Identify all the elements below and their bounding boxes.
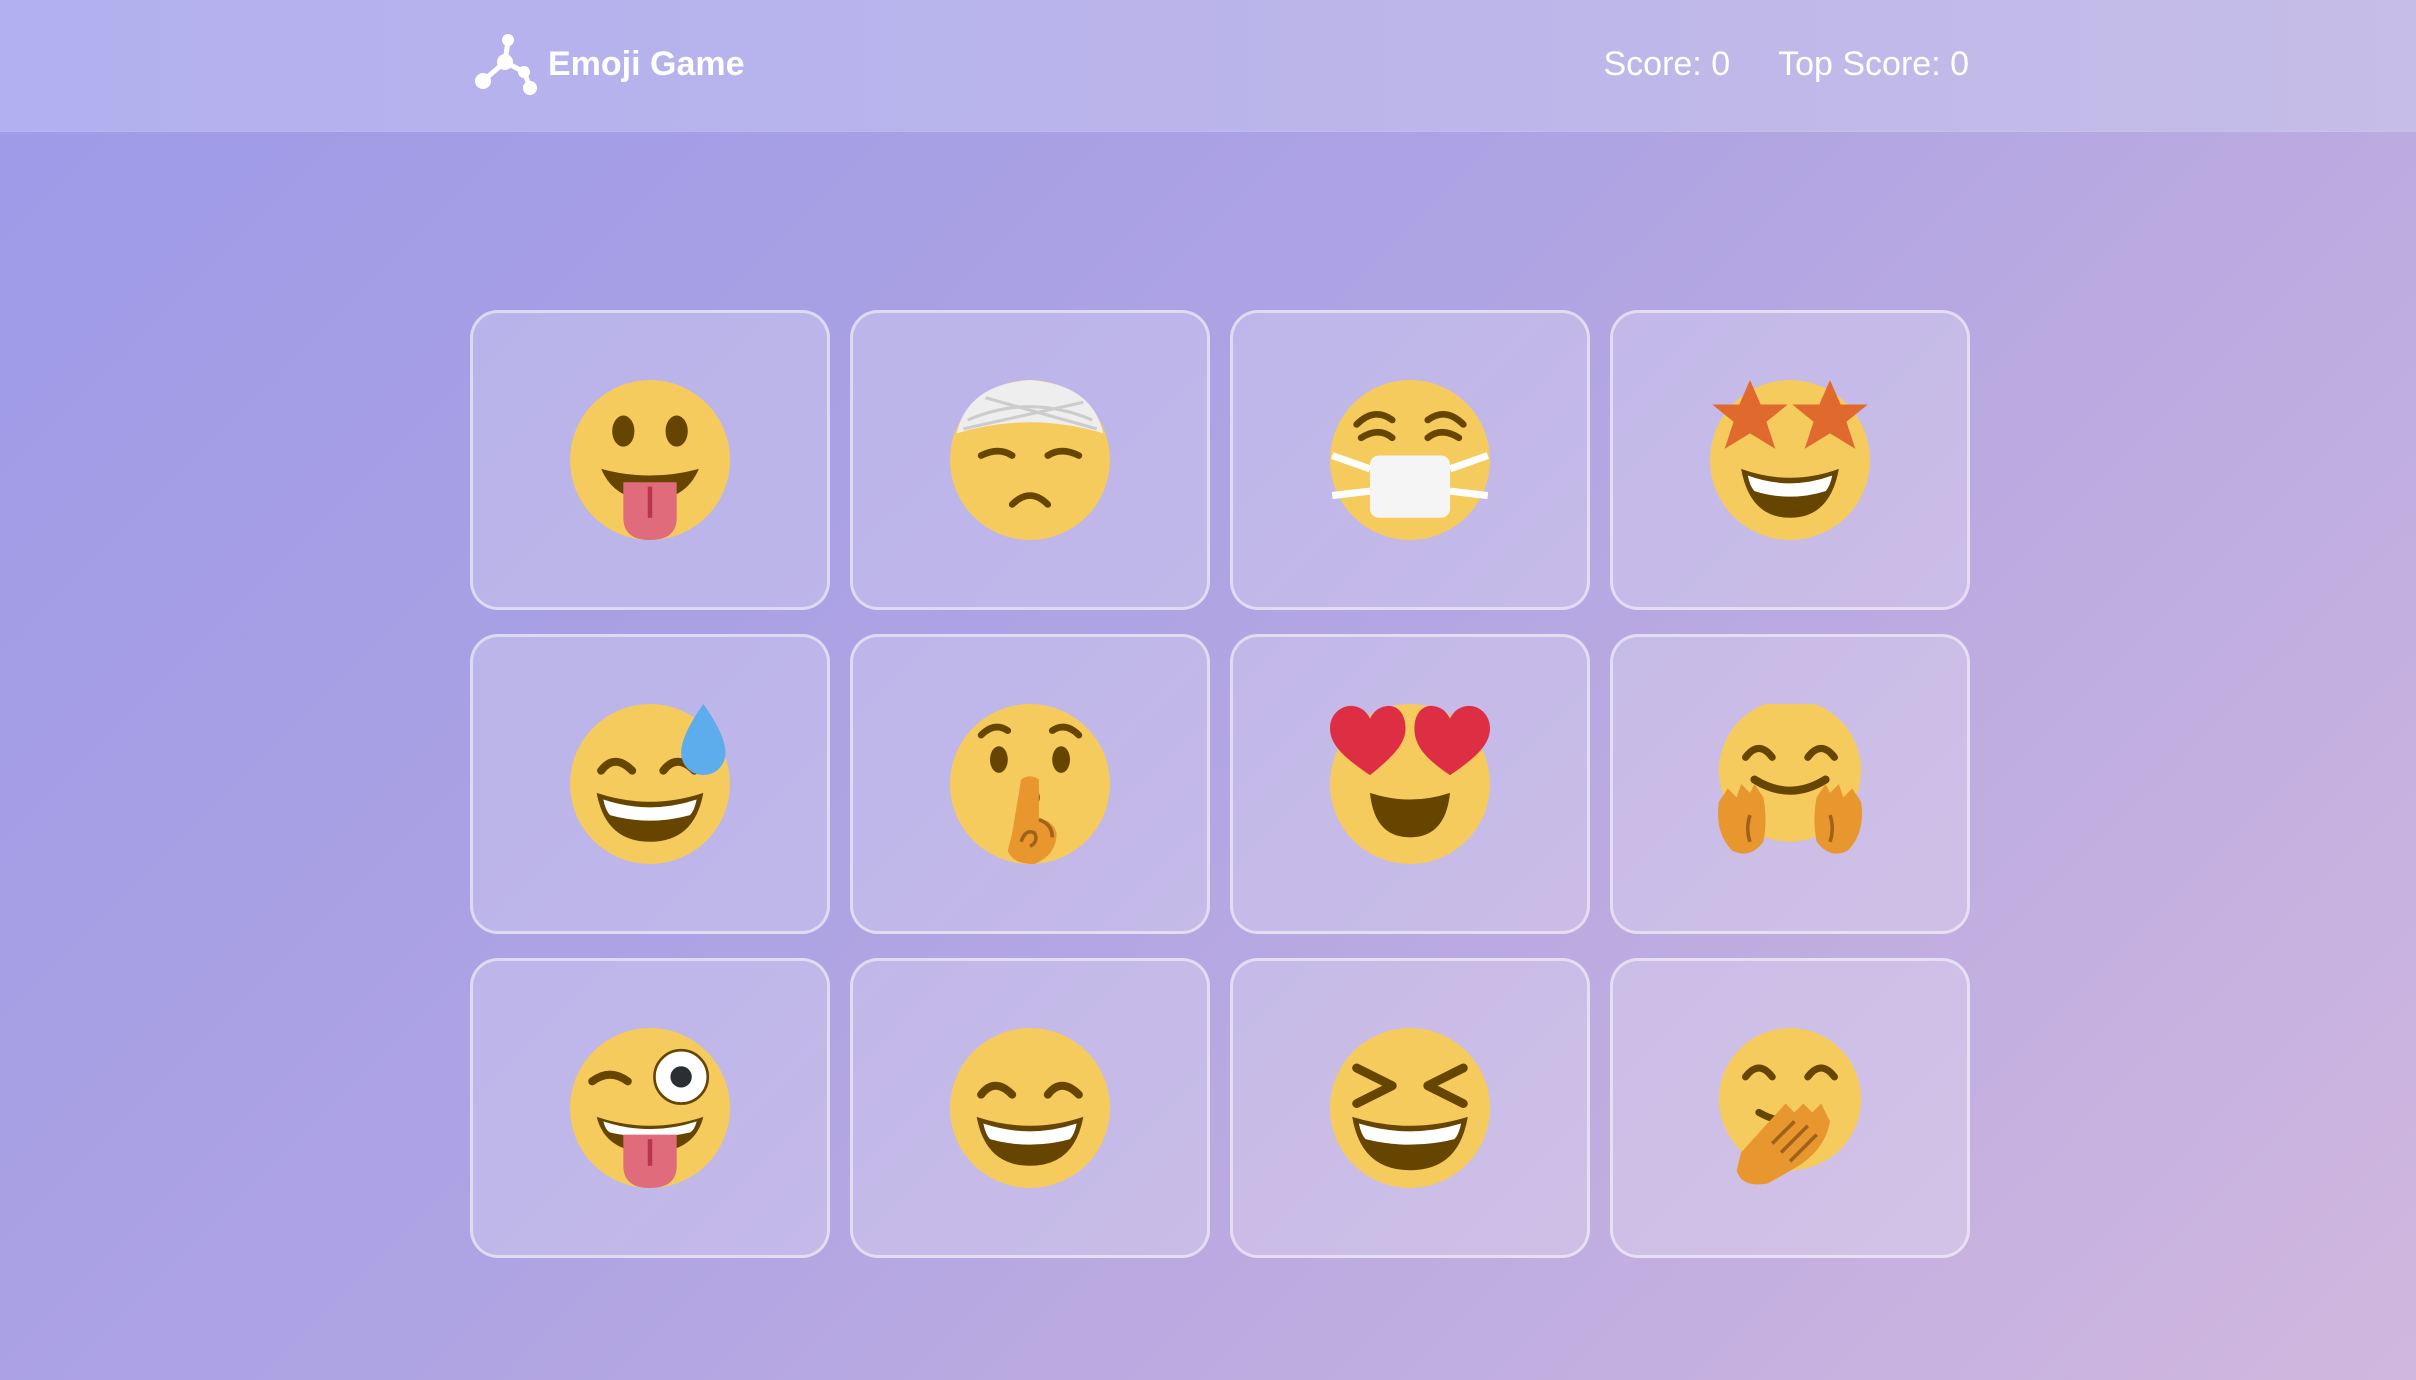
app-title: Emoji Game [548, 44, 745, 83]
brand[interactable]: Emoji Game [472, 30, 745, 98]
emoji-card[interactable] [470, 958, 830, 1258]
score-label: Score: 0 [1603, 44, 1731, 83]
emoji-card[interactable] [1610, 634, 1970, 934]
grinning-squinting-face-icon [1330, 1028, 1490, 1188]
emoji-card[interactable] [850, 310, 1210, 610]
emoji-card[interactable] [850, 958, 1210, 1258]
top-score-label: Top Score: 0 [1778, 44, 1969, 83]
emoji-card[interactable] [1610, 958, 1970, 1258]
emoji-card[interactable] [1230, 634, 1590, 934]
emoji-card[interactable] [1230, 958, 1590, 1258]
molecule-icon [475, 34, 537, 95]
emoji-card[interactable] [1610, 310, 1970, 610]
emoji-card[interactable] [850, 634, 1210, 934]
smiling-face-with-heart-eyes-icon [1330, 704, 1490, 864]
star-struck-icon [1710, 380, 1870, 540]
shushing-face-icon [950, 704, 1110, 864]
navbar: Emoji Game Score: 0 Top Score: 0 [0, 0, 2416, 131]
score-board: Score: 0 Top Score: 0 [1555, 30, 1969, 98]
emoji-card[interactable] [470, 634, 830, 934]
emoji-card[interactable] [470, 310, 830, 610]
grinning-face-with-sweat-icon [570, 704, 730, 864]
face-with-head-bandage-icon [950, 380, 1110, 540]
grinning-face-with-smiling-eyes-icon [950, 1028, 1110, 1188]
face-with-hand-over-mouth-icon [1718, 1028, 1862, 1185]
hugging-face-icon [1718, 704, 1862, 854]
emoji-card[interactable] [1230, 310, 1590, 610]
face-with-medical-mask-icon [1330, 380, 1490, 540]
winking-face-with-tongue-icon [570, 1028, 730, 1188]
emoji-grid [470, 310, 1970, 1258]
face-with-tongue-icon [570, 380, 730, 540]
